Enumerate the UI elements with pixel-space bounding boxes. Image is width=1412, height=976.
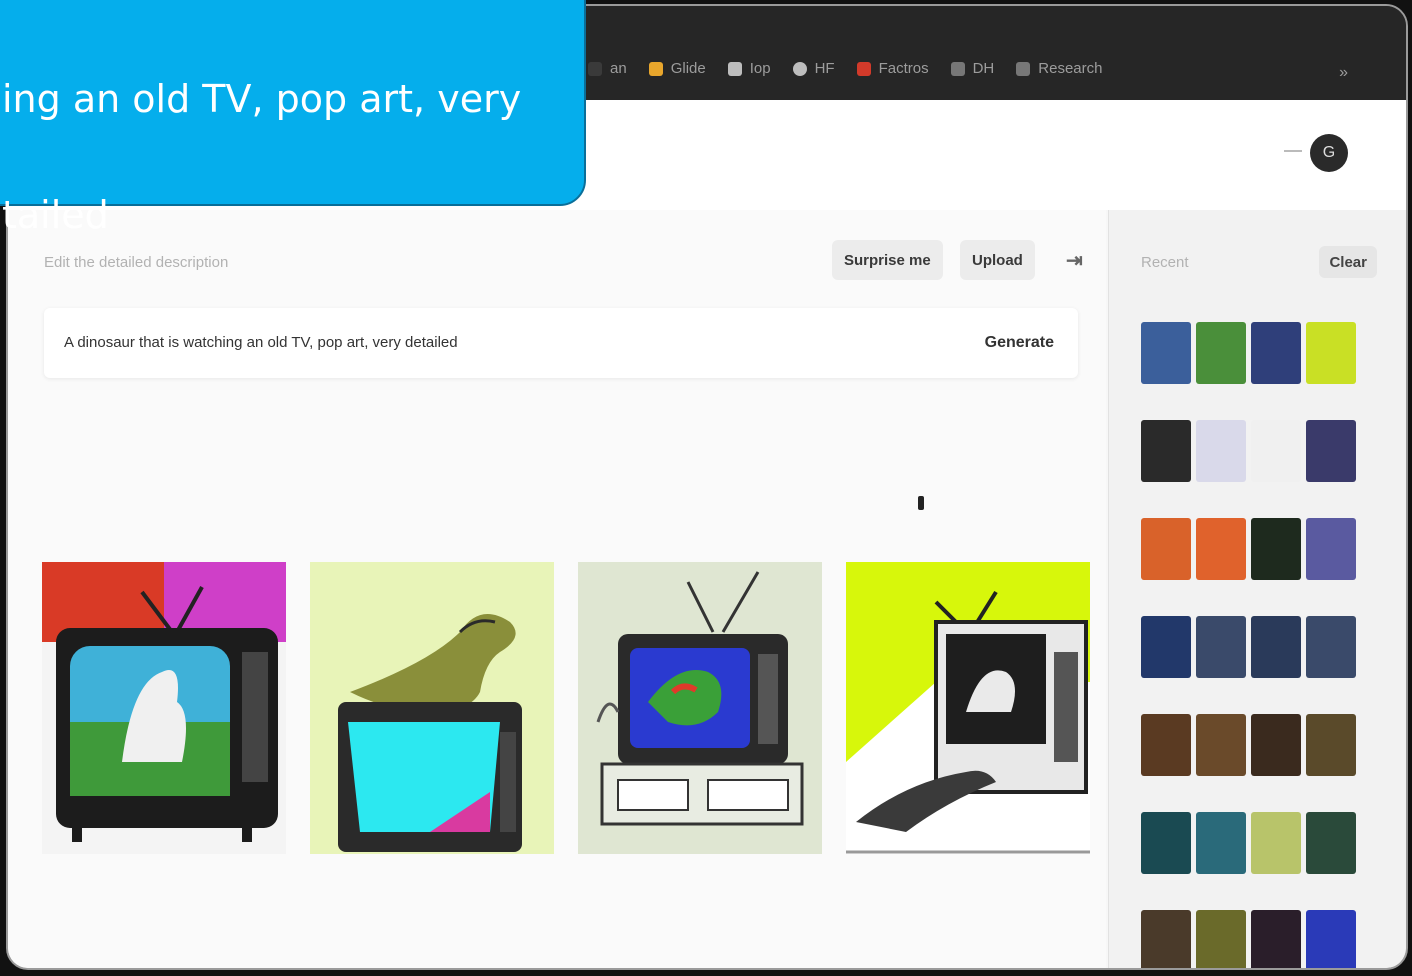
recent-label: Recent (1141, 254, 1189, 271)
bookmark-label: Glide (670, 60, 706, 77)
history-thumbnail[interactable] (1141, 420, 1191, 482)
expand-icon[interactable]: ⇥ (1054, 240, 1095, 280)
history-thumbnail[interactable] (1141, 518, 1191, 580)
bookmark-icon (792, 61, 807, 76)
generate-button[interactable]: Generate (979, 328, 1060, 358)
history-thumbnail[interactable] (1196, 910, 1246, 968)
history-thumbnail[interactable] (1141, 812, 1191, 874)
history-thumbnail[interactable] (1196, 616, 1246, 678)
bookmark-item[interactable]: Factros (856, 60, 929, 77)
bookmark-icon (727, 61, 742, 76)
prompt-input[interactable]: A dinosaur that is watching an old TV, p… (44, 308, 1078, 378)
history-thumbnail[interactable] (1251, 910, 1301, 968)
history-thumbnail[interactable] (1251, 616, 1301, 678)
history-thumbnail[interactable] (1251, 812, 1301, 874)
bookmark-item[interactable]: DH (950, 60, 995, 77)
clear-button[interactable]: Clear (1319, 246, 1377, 278)
history-thumbnail[interactable] (1306, 812, 1356, 874)
minimize-icon[interactable] (1284, 150, 1302, 152)
bookmark-label: HF (814, 60, 835, 77)
bookmark-label: an (610, 60, 627, 77)
history-thumbnail[interactable] (1306, 714, 1356, 776)
history-thumbnail[interactable] (1306, 420, 1356, 482)
result-image[interactable] (310, 562, 554, 854)
bookmark-item[interactable]: Glide (648, 60, 706, 77)
tv-dinosaur-image-4 (846, 562, 1090, 854)
history-thumbnail[interactable] (1251, 518, 1301, 580)
tv-dinosaur-image-3 (578, 562, 822, 854)
history-thumbnail[interactable] (1196, 322, 1246, 384)
bookmark-label: Research (1038, 60, 1103, 77)
bookmark-item[interactable]: Iop (727, 60, 771, 77)
history-thumbnail[interactable] (1196, 420, 1246, 482)
history-thumbnail[interactable] (1141, 616, 1191, 678)
mouse-cursor-icon (918, 496, 924, 510)
bookmarks-more-button[interactable]: » (1339, 64, 1348, 82)
result-image[interactable] (846, 562, 1090, 854)
history-grid (1141, 322, 1356, 968)
history-thumbnail[interactable] (1196, 714, 1246, 776)
history-thumbnail[interactable] (1306, 322, 1356, 384)
result-image[interactable] (578, 562, 822, 854)
history-thumbnail[interactable] (1306, 910, 1356, 968)
bookmark-list: an Glide Iop HF Factros DH Research (588, 60, 1102, 77)
history-thumbnail[interactable] (1196, 518, 1246, 580)
history-thumbnail[interactable] (1141, 910, 1191, 968)
prompt-callout: ing an old TV, pop art, very tailed (0, 0, 586, 237)
history-thumbnail[interactable] (1251, 420, 1301, 482)
upload-button[interactable]: Upload (960, 240, 1035, 280)
result-image[interactable] (42, 562, 286, 854)
bookmark-item[interactable]: Research (1016, 60, 1102, 77)
folder-icon (1016, 61, 1031, 76)
tv-dinosaur-image-1 (42, 562, 286, 854)
history-thumbnail[interactable] (1141, 714, 1191, 776)
callout-line: tailed (2, 193, 109, 237)
callout-line: ing an old TV, pop art, very (2, 77, 522, 121)
main-panel: Edit the detailed description Surprise m… (8, 210, 1106, 968)
history-thumbnail[interactable] (1251, 714, 1301, 776)
bookmark-icon (648, 61, 663, 76)
surprise-me-button[interactable]: Surprise me (832, 240, 943, 280)
bookmark-label: Iop (749, 60, 771, 77)
tv-dinosaur-image-2 (310, 562, 554, 854)
history-thumbnail[interactable] (1306, 518, 1356, 580)
bookmark-icon (588, 61, 602, 76)
bookmark-label: DH (972, 60, 995, 77)
history-thumbnail[interactable] (1251, 322, 1301, 384)
bookmark-label: Factros (878, 60, 929, 77)
history-thumbnail[interactable] (1306, 616, 1356, 678)
history-thumbnail[interactable] (1196, 812, 1246, 874)
history-thumbnail[interactable] (1141, 322, 1191, 384)
history-sidebar: Recent Clear (1108, 210, 1406, 968)
folder-icon (950, 61, 965, 76)
bookmark-item[interactable]: HF (792, 60, 835, 77)
bookmark-icon (856, 61, 871, 76)
bookmark-item[interactable]: an (588, 60, 627, 77)
callout-text: ing an old TV, pop art, very tailed (2, 12, 562, 302)
results-grid (42, 562, 1090, 854)
prompt-text[interactable]: A dinosaur that is watching an old TV, p… (64, 334, 458, 351)
avatar[interactable]: G (1310, 134, 1348, 172)
